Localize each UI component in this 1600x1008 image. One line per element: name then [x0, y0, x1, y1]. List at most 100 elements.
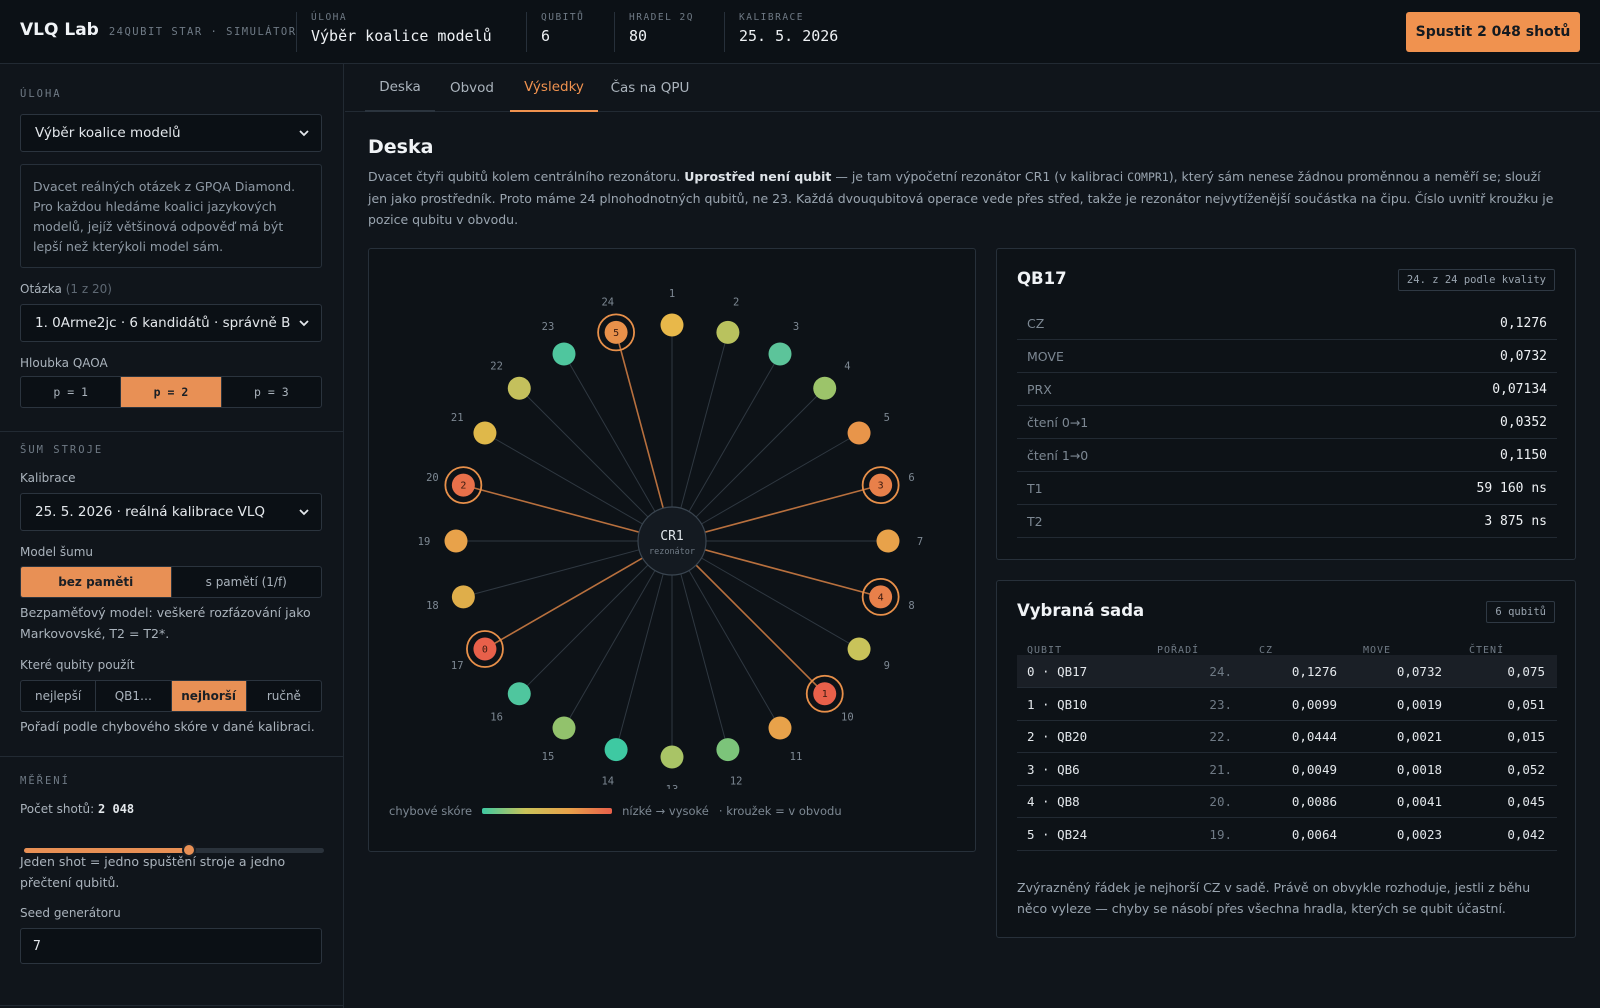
cell-move: 0,0021: [1396, 729, 1442, 744]
table-row[interactable]: 2 · QB20 22. 0,0444 0,0021 0,015: [1017, 720, 1557, 753]
qubit-number-label: 17: [451, 660, 464, 672]
calibration-select-value: 25. 5. 2026 · reálná kalibrace VLQ: [35, 504, 266, 520]
qubit-node: [716, 320, 740, 344]
qubit-slot-label: 0: [482, 645, 488, 656]
qubit-node: [768, 716, 792, 740]
cell-read: 0,045: [1507, 794, 1545, 809]
qubit-number-label: 2: [733, 296, 739, 308]
desc-code: COMPR1: [1127, 170, 1169, 184]
table-row[interactable]: 4 · QB8 20. 0,0086 0,0041 0,045: [1017, 785, 1557, 818]
divider: [0, 1005, 344, 1006]
qubits-option-qb1[interactable]: QB1…: [96, 681, 172, 711]
chevron-down-icon: [299, 320, 309, 327]
shots-help: Jeden shot = jedno spuštění stroje a jed…: [20, 854, 286, 890]
tab-board[interactable]: Deska: [365, 64, 435, 112]
qubit-slot-label: 4: [878, 592, 884, 603]
legend-ring: · kroužek = v obvodu: [718, 804, 842, 818]
meta-qubits: QUBITŮ 6: [526, 12, 584, 52]
qubit-node: [473, 421, 497, 445]
cell-move: 0,0732: [1396, 664, 1442, 679]
qubit-node: [660, 313, 684, 337]
noise-model-help: Bezpaměťový model: veškeré rozfázování j…: [20, 605, 311, 641]
task-select-value: Výběr koalice modelů: [35, 125, 181, 141]
sidebar: ÚLOHA Výběr koalice modelů Dvacet reálný…: [0, 64, 344, 1008]
qubits-option-worst[interactable]: nejhorší: [171, 681, 247, 711]
table-row[interactable]: 3 · QB6 21. 0,0049 0,0018 0,052: [1017, 753, 1557, 786]
cell-rank: 20.: [1209, 794, 1232, 809]
meta-label: HRADEL 2Q: [629, 12, 694, 23]
table-row[interactable]: 5 · QB24 19. 0,0064 0,0023 0,042: [1017, 818, 1557, 851]
qubit-number-label: 20: [426, 472, 439, 484]
cell-qubit: 5 · QB24: [1027, 826, 1088, 842]
shots-label-text: Počet shotů:: [20, 802, 95, 816]
qubit-node: [768, 342, 792, 366]
cell-rank: 21.: [1209, 761, 1232, 777]
qubit-node: [660, 745, 684, 769]
depth-option-p3[interactable]: p = 3: [222, 377, 321, 407]
qubit-node: [604, 738, 628, 762]
divider: [0, 431, 344, 432]
qubit-number-label: 7: [917, 536, 923, 548]
cell-move: 0,0041: [1396, 794, 1442, 809]
cell-qubit: 1 · QB10: [1027, 696, 1088, 712]
qubit-node: [507, 682, 531, 706]
detail-key: T2: [1027, 513, 1043, 529]
depth-option-p1[interactable]: p = 1: [21, 377, 122, 407]
detail-key: CZ: [1027, 315, 1045, 331]
depth-option-p2[interactable]: p = 2: [121, 377, 222, 407]
qubits-option-manual[interactable]: ručně: [247, 681, 321, 711]
noise-option-memoryless[interactable]: bez paměti: [21, 567, 172, 597]
cell-cz: 0,0086: [1291, 794, 1337, 809]
brand: VLQ Lab 24QUBIT STAR · SIMULÁTOR: [20, 20, 297, 40]
meta-label: QUBITŮ: [541, 12, 585, 23]
run-shots-button[interactable]: Spustit 2 048 shotů: [1406, 12, 1580, 52]
cell-move: 0,0023: [1396, 826, 1442, 842]
depth-segmented: p = 1 p = 2 p = 3: [20, 376, 322, 408]
quality-rank-badge: 24. z 24 podle kvality: [1397, 269, 1555, 291]
question-select[interactable]: 1. 0Arme2jc · 6 kandidátů · správně B: [20, 304, 322, 342]
table-row[interactable]: 1 · QB10 23. 0,0099 0,0019 0,051: [1017, 688, 1557, 721]
cell-cz: 0,0099: [1291, 696, 1337, 712]
meta-calibration: KALIBRACE 25. 5. 2026: [724, 12, 838, 52]
page-description: Dvacet čtyři qubitů kolem centrálního re…: [368, 166, 1558, 230]
desc-text: Dvacet čtyři qubitů kolem centrálního re…: [368, 169, 685, 184]
board-panel: CR1rezonátor1234536748911011121314151601…: [368, 248, 976, 852]
desc-text: — je tam výpočetní rezonátor CR1 (v kali…: [831, 169, 1128, 184]
noise-option-memory[interactable]: s pamětí (1/f): [172, 567, 322, 597]
tab-results[interactable]: Výsledky: [510, 64, 598, 112]
question-select-value: 1. 0Arme2jc · 6 kandidátů · správně B: [35, 315, 291, 331]
qubit-node: [507, 376, 531, 400]
cell-cz: 0,0049: [1291, 761, 1337, 777]
qubit-number-label: 21: [451, 412, 464, 424]
tab-circuit[interactable]: Obvod: [437, 64, 507, 112]
tab-qpu-time[interactable]: Čas na QPU: [603, 64, 697, 112]
calibration-select[interactable]: 25. 5. 2026 · reálná kalibrace VLQ: [20, 493, 322, 531]
qubit-node: [552, 716, 576, 740]
detail-value: 0,07134: [1492, 381, 1547, 397]
meta-gates: HRADEL 2Q 80: [614, 12, 694, 52]
meta-value: Výběr koalice modelů: [311, 27, 492, 45]
detail-row-prx: PRX 0,07134: [1017, 373, 1557, 406]
qubit-detail-title: QB17: [1017, 269, 1067, 288]
qubit-number-label: 22: [490, 361, 503, 373]
qubits-option-best[interactable]: nejlepší: [21, 681, 97, 711]
meta-value: 25. 5. 2026: [739, 27, 839, 45]
task-description: Dvacet reálných otázek z GPQA Diamond. P…: [20, 164, 322, 268]
board-legend: chybové skóre nízké → vysoké · kroužek =…: [389, 804, 842, 818]
shots-value: 2 048: [98, 802, 135, 816]
meta-task: ÚLOHA Výběr koalice modelů: [296, 12, 492, 52]
section-title-measure: MĚŘENÍ: [20, 775, 70, 787]
seed-input[interactable]: 7: [20, 928, 322, 964]
cell-cz: 0,1276: [1291, 664, 1337, 679]
qubit-board: CR1rezonátor1234536748911011121314151601…: [418, 288, 923, 789]
cell-move: 0,0019: [1396, 696, 1442, 712]
detail-key: T1: [1027, 480, 1043, 496]
selected-set-note: Zvýrazněný řádek je nejhorší CZ v sadě. …: [1017, 880, 1531, 916]
detail-value: 0,1276: [1500, 315, 1547, 331]
meta-label: ÚLOHA: [311, 12, 348, 23]
detail-value: 0,0352: [1500, 414, 1547, 430]
task-select[interactable]: Výběr koalice modelů: [20, 114, 322, 152]
table-row[interactable]: 0 · QB17 24. 0,1276 0,0732 0,075: [1017, 655, 1557, 688]
calibration-label: Kalibrace: [20, 471, 76, 485]
qubits-label: Které qubity použít: [20, 658, 135, 672]
